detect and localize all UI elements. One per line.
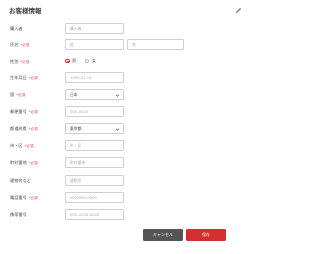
gender-label: 性別 *必須 [10,59,30,64]
gender-radio-group: 男 女 [65,58,96,64]
required-mark: *必須 [16,93,26,97]
address-label: 町村番地 *必須 [10,160,38,165]
city-input[interactable]: 市・区 [65,140,124,151]
row-purchaser: 購入者 購入者 [0,22,250,36]
country-select[interactable]: 日本 [65,89,124,100]
row-country: 国 *必須 日本 [0,88,250,102]
save-button[interactable]: 保存 [186,229,226,241]
building-input[interactable]: 建物名 [65,175,124,186]
required-mark: *必須 [28,127,38,131]
row-building: 建物名など 建物名 [0,174,250,188]
row-zipcode: 郵便番号 *必須 000-0000 [0,105,250,119]
pencil-icon[interactable] [234,6,243,15]
required-mark: *必須 [20,60,30,64]
page-title: お客様情報 [9,7,42,15]
purchaser-input[interactable]: 購入者 [65,23,124,34]
required-mark: *必須 [28,196,38,200]
required-mark: *必須 [28,76,38,80]
cancel-button[interactable]: キャンセル [143,229,183,241]
row-birthday: 生年月日 *必須 1990-01-01 [0,71,250,85]
zipcode-label: 郵便番号 *必須 [10,109,38,114]
row-mobile: 携帯番号 000-0000-0000 [0,208,250,222]
row-prefecture: 都道府県 *必須 東京都 [0,122,250,136]
mobile-input[interactable]: 000-0000-0000 [65,209,124,220]
birthday-input[interactable]: 1990-01-01 [65,72,124,83]
phone-input[interactable]: 00-0000-0000 [65,192,124,203]
prefecture-select[interactable]: 東京都 [65,123,124,134]
zipcode-input[interactable]: 000-0000 [65,106,124,117]
chevron-down-icon [115,94,120,97]
city-label: 市・区 *必須 [10,143,34,148]
radio-unchecked-icon [84,58,90,64]
row-fullname: 氏名 *必須 姓 名 [0,38,250,52]
gender-male-radio[interactable]: 男 [65,58,76,64]
fullname-label: 氏名 *必須 [10,42,30,47]
country-label: 国 *必須 [10,92,26,97]
building-label: 建物名など [10,178,31,183]
radio-checked-icon [65,58,70,64]
required-mark: *必須 [24,144,34,148]
required-mark: *必須 [28,161,38,165]
required-mark: *必須 [28,110,38,114]
required-mark: *必須 [20,43,30,47]
gender-female-radio[interactable]: 女 [84,58,96,64]
prefecture-label: 都道府県 *必須 [10,126,38,131]
purchaser-label: 購入者 [10,26,23,31]
phone-label: 電話番号 *必須 [10,195,38,200]
birthday-label: 生年月日 *必須 [10,75,38,80]
row-gender: 性別 *必須 男 女 [0,55,250,69]
row-city: 市・区 *必須 市・区 [0,139,250,153]
first-name-input[interactable]: 名 [127,39,184,50]
row-phone: 電話番号 *必須 00-0000-0000 [0,191,250,205]
last-name-input[interactable]: 姓 [65,39,124,50]
address-input[interactable]: 町村番地 [65,157,124,168]
mobile-label: 携帯番号 [10,212,27,217]
chevron-down-icon [115,128,120,131]
row-address: 町村番地 *必須 町村番地 [0,156,250,170]
